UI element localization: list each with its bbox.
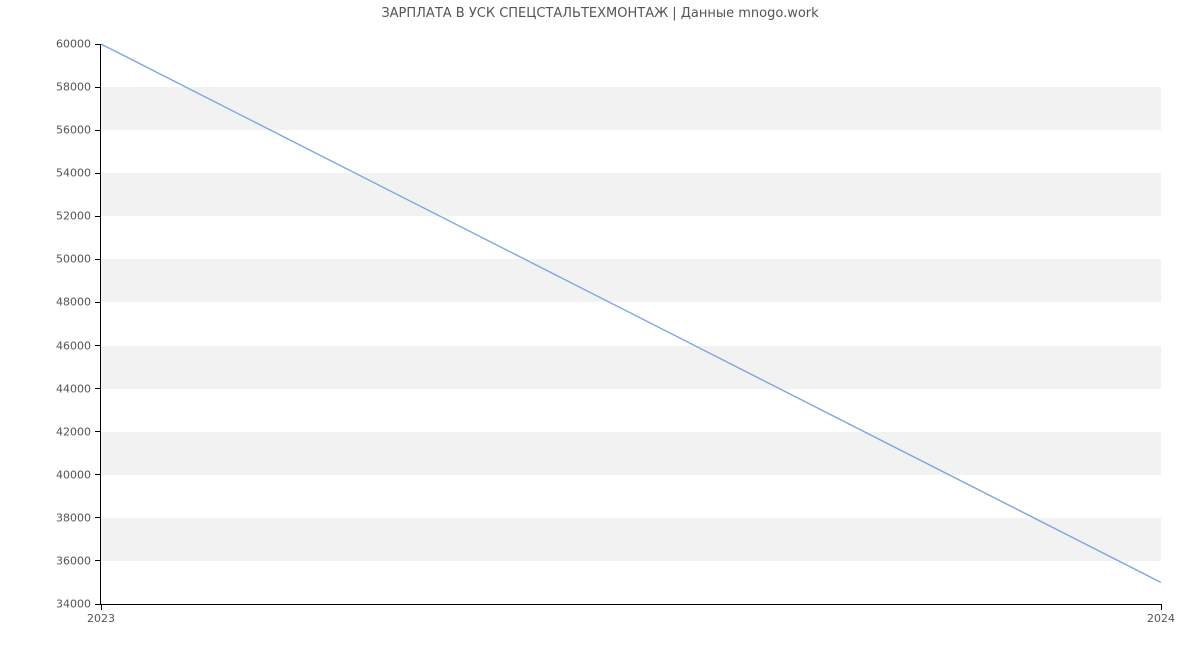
plot-area: 3400036000380004000042000440004600048000… bbox=[100, 44, 1161, 605]
y-tick-label: 46000 bbox=[56, 339, 101, 352]
y-tick-label: 42000 bbox=[56, 425, 101, 438]
line-layer bbox=[101, 44, 1161, 604]
y-tick-label: 50000 bbox=[56, 253, 101, 266]
chart-title: ЗАРПЛАТА В УСК СПЕЦСТАЛЬТЕХМОНТАЖ | Данн… bbox=[0, 6, 1200, 21]
x-tick-label: 2024 bbox=[1147, 604, 1175, 625]
x-tick-label: 2023 bbox=[87, 604, 115, 625]
y-tick-label: 48000 bbox=[56, 296, 101, 309]
y-tick-label: 56000 bbox=[56, 124, 101, 137]
chart-container: ЗАРПЛАТА В УСК СПЕЦСТАЛЬТЕХМОНТАЖ | Данн… bbox=[0, 0, 1200, 650]
y-tick-label: 36000 bbox=[56, 554, 101, 567]
y-tick-label: 40000 bbox=[56, 468, 101, 481]
y-tick-label: 58000 bbox=[56, 81, 101, 94]
y-tick-label: 54000 bbox=[56, 167, 101, 180]
y-tick-label: 52000 bbox=[56, 210, 101, 223]
data-line bbox=[101, 44, 1161, 582]
y-tick-label: 60000 bbox=[56, 38, 101, 51]
y-tick-label: 44000 bbox=[56, 382, 101, 395]
y-tick-label: 38000 bbox=[56, 511, 101, 524]
